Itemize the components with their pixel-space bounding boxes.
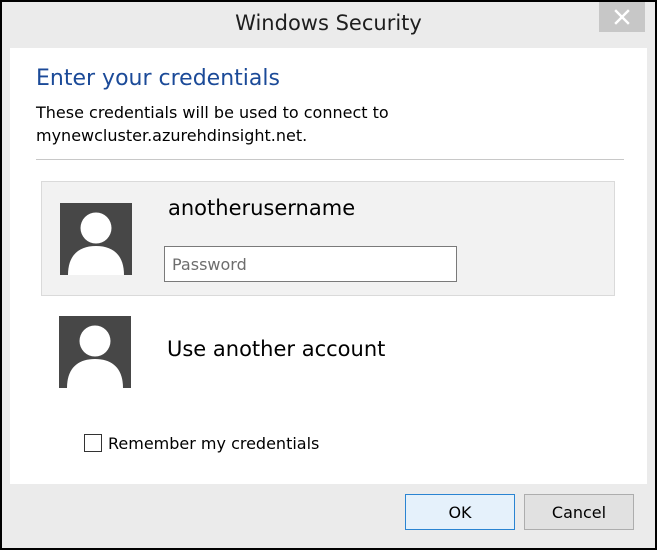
remember-credentials-option[interactable]: Remember my credentials <box>84 431 319 455</box>
dialog-window: Windows Security Enter your credentials … <box>0 0 657 550</box>
dialog-description: These credentials will be used to connec… <box>36 103 389 145</box>
button-bar: OK Cancel <box>2 484 655 548</box>
use-another-account-label: Use another account <box>167 337 386 361</box>
user-silhouette-icon <box>59 316 131 388</box>
remember-checkbox[interactable] <box>84 434 102 452</box>
close-button[interactable] <box>599 2 645 32</box>
user-silhouette-icon <box>60 203 132 275</box>
use-another-account-option[interactable]: Use another account <box>41 306 615 396</box>
account-tile-selected[interactable]: anotherusername <box>41 181 615 296</box>
title-bar: Windows Security <box>2 2 655 48</box>
password-field[interactable] <box>164 246 457 282</box>
window-title: Windows Security <box>235 11 422 35</box>
remember-label: Remember my credentials <box>108 433 320 453</box>
separator <box>36 159 624 160</box>
dialog-heading: Enter your credentials <box>36 66 280 91</box>
dialog-content: Enter your credentials These credentials… <box>10 48 647 484</box>
ok-button[interactable]: OK <box>405 494 515 530</box>
account-username: anotherusername <box>168 196 356 220</box>
close-icon <box>614 9 630 25</box>
cancel-button[interactable]: Cancel <box>524 494 634 530</box>
